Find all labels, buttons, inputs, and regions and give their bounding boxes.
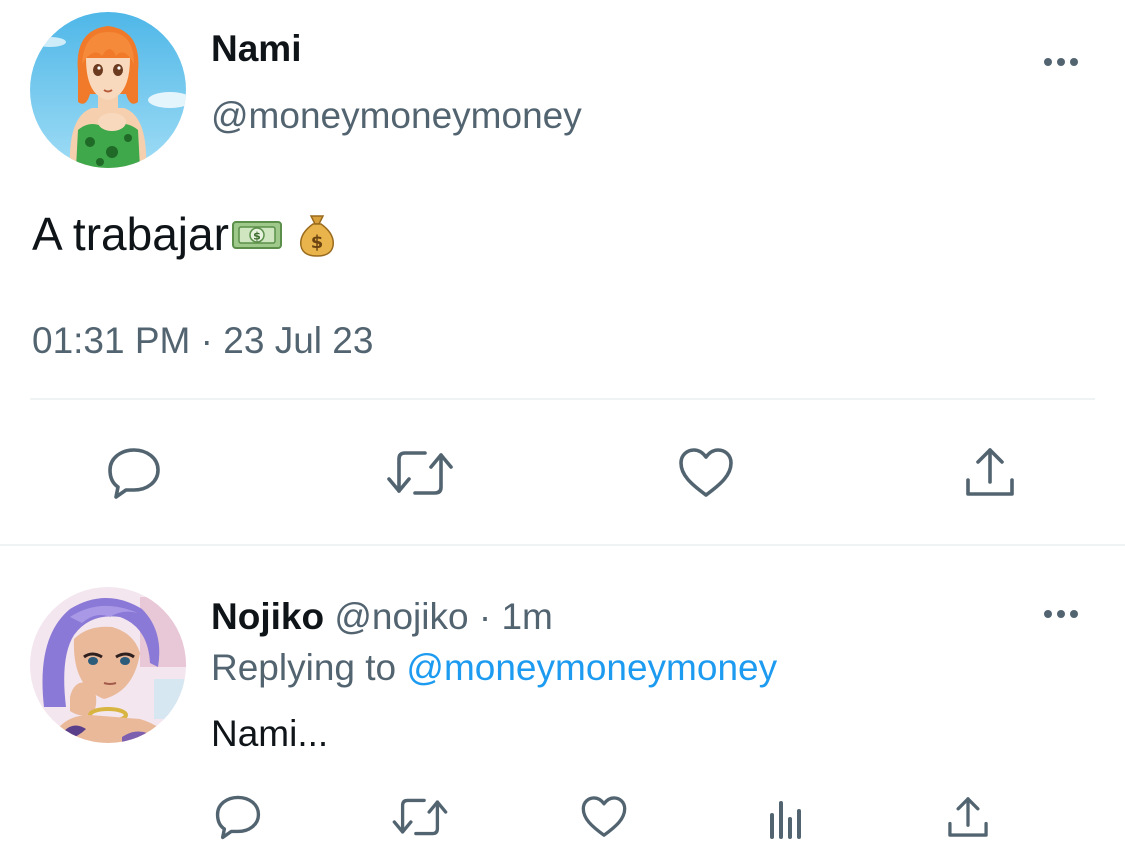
reply-text: Nami...: [211, 713, 329, 754]
reply-author-name[interactable]: Nojiko: [211, 596, 324, 637]
timestamp-separator: ·: [200, 320, 213, 361]
like-icon: [581, 796, 627, 837]
reply-analytics-button[interactable]: [762, 796, 810, 842]
replying-to-label: Replying to: [211, 647, 397, 688]
replying-to: Replying to @moneymoneymoney: [211, 647, 777, 689]
money-bill-emoji: $: [231, 221, 282, 249]
money-bag-emoji: $: [299, 215, 334, 257]
reply-more-options-icon[interactable]: [1044, 610, 1078, 618]
tweet-date: 23 Jul 23: [223, 320, 374, 361]
replying-to-handle[interactable]: @moneymoneymoney: [406, 647, 777, 688]
like-icon: [679, 448, 733, 497]
share-icon: [966, 448, 1014, 496]
reply-reply-button[interactable]: [212, 792, 264, 842]
like-button[interactable]: [676, 445, 736, 501]
nami-avatar-image: [30, 12, 186, 168]
reply-retweet-button[interactable]: [390, 792, 450, 842]
svg-text:$: $: [253, 230, 261, 243]
tweet-text-row: A trabajar $ $: [32, 207, 337, 261]
analytics-icon: [770, 801, 801, 839]
reply-separator: ·: [478, 596, 492, 637]
svg-text:$: $: [311, 232, 324, 253]
share-icon: [948, 797, 988, 837]
tweet-timestamp[interactable]: 01:31 PM · 23 Jul 23: [32, 320, 373, 362]
author-name[interactable]: Nami: [211, 28, 301, 70]
retweet-icon: [392, 798, 448, 836]
divider: [30, 398, 1095, 400]
nojiko-avatar-image: [30, 587, 186, 743]
retweet-icon: [387, 451, 453, 495]
reply-like-button[interactable]: [578, 792, 630, 842]
reply-icon: [108, 448, 160, 499]
reply-header: Nojiko @nojiko · 1m: [211, 596, 553, 638]
author-handle[interactable]: @moneymoneymoney: [211, 95, 582, 137]
section-divider: [0, 544, 1125, 546]
tweet-time: 01:31 PM: [32, 320, 191, 361]
reply-author-handle[interactable]: @nojiko: [334, 596, 468, 637]
reply-age[interactable]: 1m: [501, 596, 552, 637]
retweet-button[interactable]: [385, 445, 455, 501]
share-button[interactable]: [960, 442, 1020, 502]
reply-share-button[interactable]: [942, 792, 994, 842]
nojiko-avatar[interactable]: [30, 587, 186, 743]
nami-avatar[interactable]: [30, 12, 186, 168]
tweet-text: A trabajar: [32, 208, 229, 260]
more-options-icon[interactable]: [1044, 58, 1078, 66]
reply-icon: [215, 795, 261, 840]
reply-button[interactable]: [104, 445, 164, 501]
